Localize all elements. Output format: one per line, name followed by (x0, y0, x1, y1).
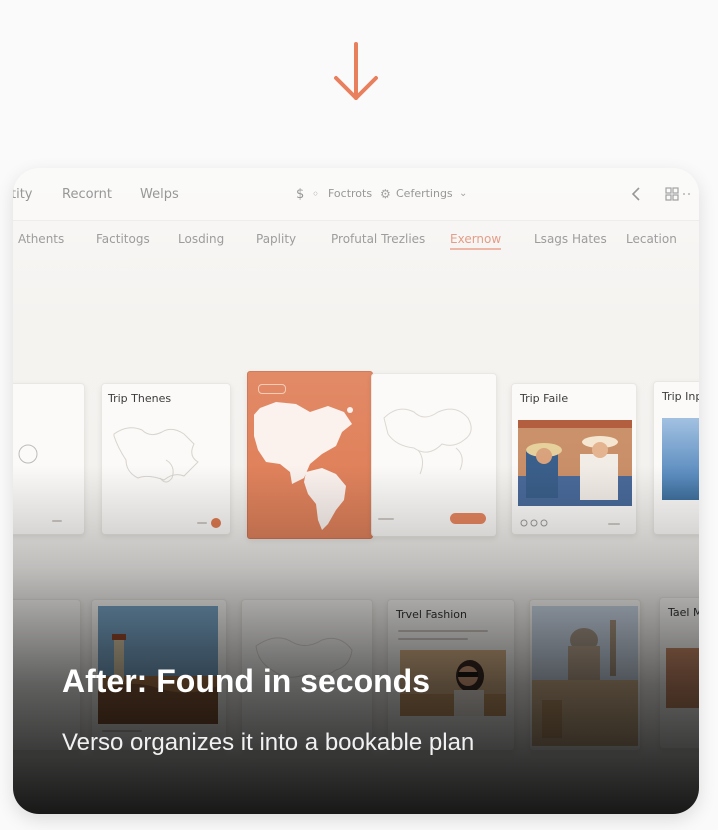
tab-paplity[interactable]: Paplity (256, 232, 296, 246)
nav-item-cefertings[interactable]: Cefertings (396, 187, 453, 200)
tab-factitogs[interactable]: Factitogs (96, 232, 150, 246)
app-topbar: tity Recornt Welps $ ◦ Foctrots ⚙ Cefert… (13, 168, 699, 221)
card-title: Trvel Fashion (396, 608, 467, 621)
chevron-down-icon[interactable]: ⌄ (459, 188, 467, 199)
trip-card-inpl[interactable]: Trip Inpl (653, 381, 699, 535)
nav-item-recent[interactable]: Recornt (62, 187, 112, 202)
app-preview-card: tity Recornt Welps $ ◦ Foctrots ⚙ Cefert… (13, 168, 699, 814)
nav-item[interactable]: tity (13, 187, 33, 202)
person-photo (666, 648, 699, 708)
tab-lsags-hates[interactable]: Lsags Hates (534, 232, 607, 246)
world-map-image (383, 408, 472, 475)
chevron-left-icon[interactable] (631, 187, 641, 201)
map-notebook-cover[interactable] (247, 371, 373, 539)
nav-item-welps[interactable]: Welps (140, 187, 179, 202)
americas-map-image (254, 402, 353, 530)
caption-subtitle: Verso organizes it into a bookable plan (62, 729, 475, 756)
caption-title: After: Found in seconds (62, 663, 430, 699)
grid-icon[interactable] (665, 187, 693, 201)
circle-icon (18, 444, 38, 464)
tab-losding[interactable]: Losding (178, 232, 224, 246)
arrow-down-icon (334, 42, 378, 100)
nav-item-footrots[interactable]: Foctrots (328, 187, 372, 200)
sea-photo (662, 418, 699, 500)
card-title: Tael M (668, 606, 699, 619)
trip-card-cathedral[interactable] (529, 599, 641, 751)
gear-icon: ⚙ (380, 187, 391, 201)
world-map-image (113, 427, 199, 483)
cathedral-photo (532, 606, 638, 746)
trip-card-tael[interactable]: Tael M (659, 597, 699, 749)
map-notebook-page[interactable] (371, 373, 497, 537)
tab-profutal-trezlies[interactable]: Profutal Trezlies (331, 232, 425, 246)
tab-lecation[interactable]: Lecation (626, 232, 677, 246)
lock-icon: ◦ (312, 187, 320, 201)
heart-icon (520, 519, 548, 527)
category-tabs: Athents Factitogs Losding Paplity Profut… (13, 221, 699, 261)
trip-card[interactable] (13, 383, 85, 535)
trip-card-themes[interactable]: Trip Thenes (101, 383, 231, 535)
card-title: Trip Thenes (108, 392, 172, 405)
tab-athents[interactable]: Athents (18, 232, 64, 246)
card-title: Trip Inpl (662, 390, 699, 403)
trip-card-faile[interactable]: Trip Faile (511, 383, 637, 535)
currency-symbol: $ (296, 187, 305, 202)
card-title: Trip Faile (520, 392, 569, 405)
travelers-photo (518, 420, 632, 506)
tab-exernow[interactable]: Exernow (450, 232, 502, 250)
